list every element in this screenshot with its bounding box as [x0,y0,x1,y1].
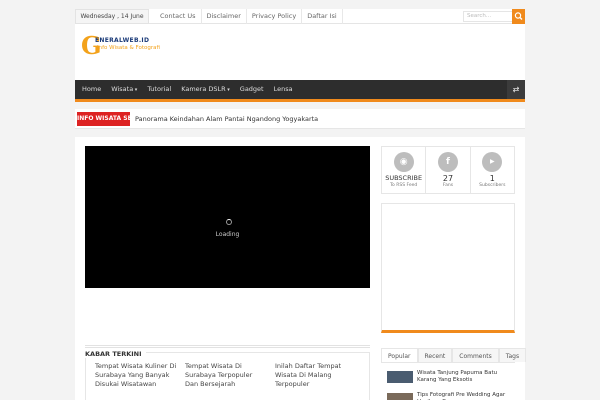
nav-item-home[interactable]: Home [77,80,106,99]
sidebar-ad-box [381,203,515,333]
search-button[interactable] [512,9,525,24]
post-thumbnail [387,371,413,383]
youtube-sub: Subscribers [479,183,506,188]
latest-news-item[interactable]: Tempat Wisata Di Surabaya Terpopuler Dan… [185,362,267,389]
tab-comments[interactable]: Comments [452,348,499,362]
rss-sub: To RSS Feed [390,183,418,188]
sidebar-tabs: Popular Recent Comments Tags [381,348,527,363]
site-logo[interactable]: G ENERALWEB.ID Info Wisata & Fotografi [81,34,171,60]
rss-label: SUBSCRIBE [385,174,423,182]
loading-text: Loading [215,231,240,238]
youtube-count: 1 [489,174,495,183]
main-nav: Home Wisata Tutorial Kamera DSLR Gadget … [75,80,525,102]
main-content: Loading KABAR TERKINI Tempat Wisata Kuli… [75,137,527,400]
list-item[interactable]: Tips Fotografi Pre Wedding Agar Hasilnya… [381,391,515,400]
tab-popular[interactable]: Popular [381,348,418,362]
latest-news-title: KABAR TERKINI [85,341,370,358]
top-link-privacy[interactable]: Privacy Policy [247,9,303,24]
top-links: Contact Us Disclaimer Privacy Policy Daf… [155,9,343,24]
post-title: Wisata Tanjung Papuma Batu Karang Yang E… [417,370,498,383]
post-title: Tips Fotografi Pre Wedding Agar Hasilnya… [417,392,506,400]
tab-tags[interactable]: Tags [498,348,527,362]
list-item[interactable]: Wisata Tanjung Papuma Batu Karang Yang E… [381,369,515,385]
logo-name: ENERALWEB.ID [95,37,150,44]
search-icon [514,12,523,20]
news-ticker: INFO WISATA SERU Panorama Keindahan Alam… [75,109,525,129]
random-post-button[interactable]: ⇄ [507,80,525,99]
top-link-disclaimer[interactable]: Disclaimer [202,9,247,24]
loading-spinner-icon [226,219,232,225]
nav-item-gadget[interactable]: Gadget [235,80,269,99]
tab-recent[interactable]: Recent [417,348,453,362]
nav-item-wisata[interactable]: Wisata [106,80,142,99]
current-date: Wednesday , 14 June 2017 [75,9,149,33]
ticker-headline[interactable]: Panorama Keindahan Alam Pantai Ngandong … [135,109,318,129]
top-link-daftar-isi[interactable]: Daftar Isi [302,9,343,24]
post-thumbnail [387,393,413,400]
latest-news-item[interactable]: Tempat Wisata Kuliner Di Surabaya Yang B… [95,362,177,389]
facebook-icon: f [437,152,458,172]
logo-tagline: Info Wisata & Fotografi [97,45,160,51]
nav-item-tutorial[interactable]: Tutorial [142,80,176,99]
top-link-contact[interactable]: Contact Us [155,9,202,24]
social-counters: ◉ SUBSCRIBE To RSS Feed f 27 Fans ▶ 1 Su… [381,146,515,194]
youtube-counter[interactable]: ▶ 1 Subscribers [471,147,514,193]
ticker-label: INFO WISATA SERU [77,112,141,126]
latest-news-heading: KABAR TERKINI [85,350,146,358]
rss-counter[interactable]: ◉ SUBSCRIBE To RSS Feed [382,147,427,193]
latest-news-list: Tempat Wisata Kuliner Di Surabaya Yang B… [85,352,370,400]
section-divider [85,345,370,348]
video-player[interactable]: Loading [85,146,370,288]
facebook-count: 27 [442,174,454,183]
popular-list: Wisata Tanjung Papuma Batu Karang Yang E… [381,369,515,400]
youtube-icon: ▶ [482,152,503,172]
facebook-sub: Fans [442,183,454,188]
site-header: G ENERALWEB.ID Info Wisata & Fotografi [75,24,525,80]
rss-icon: ◉ [393,152,414,172]
facebook-counter[interactable]: f 27 Fans [426,147,471,193]
shuffle-icon: ⇄ [512,85,520,94]
latest-news-item[interactable]: Inilah Daftar Tempat Wisata Di Malang Te… [275,362,357,389]
nav-item-lensa[interactable]: Lensa [269,80,298,99]
search-input[interactable]: Search... [463,11,513,22]
top-bar: Wednesday , 14 June 2017 Contact Us Disc… [75,9,525,33]
nav-item-kamera-dslr[interactable]: Kamera DSLR [176,80,235,99]
